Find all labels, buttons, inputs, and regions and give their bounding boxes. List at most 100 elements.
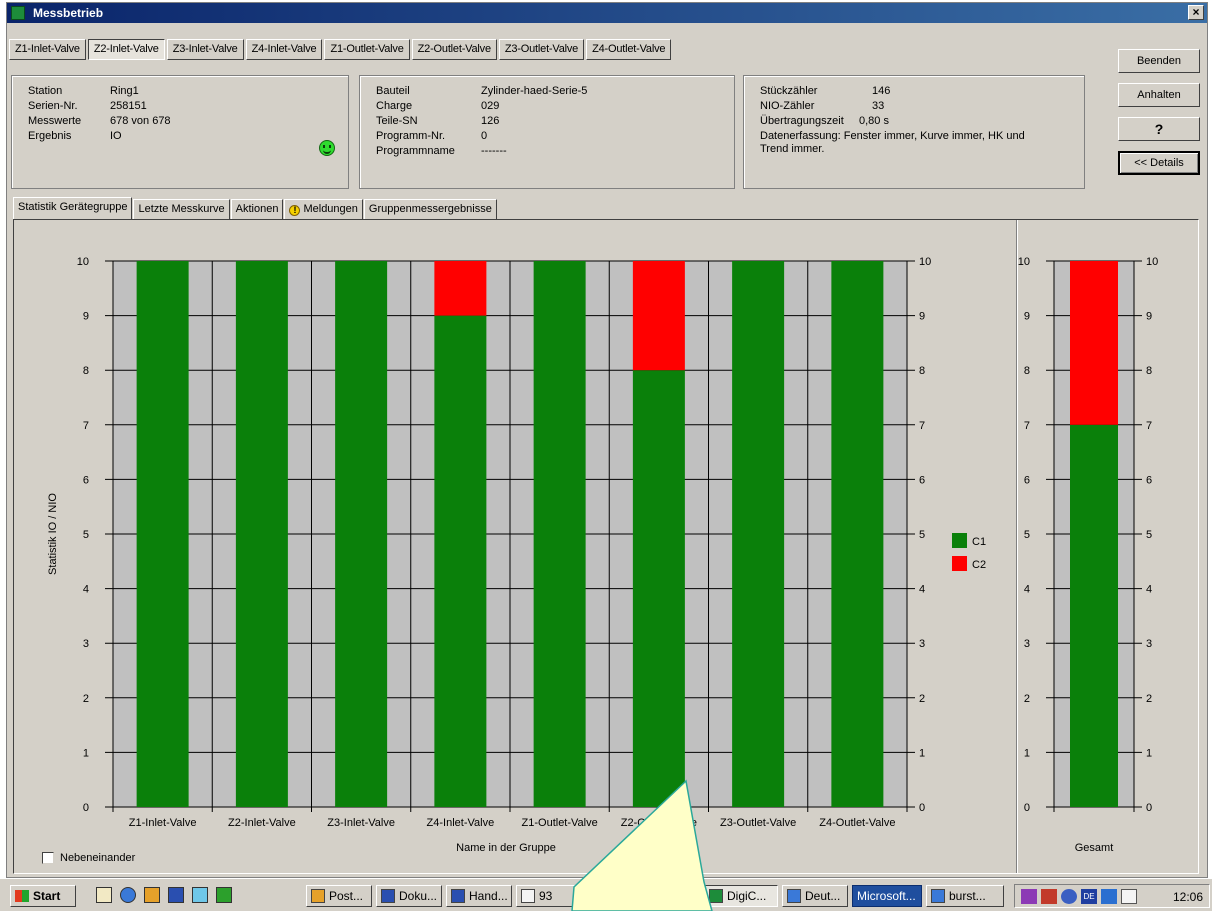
serial-label: Serien-Nr. <box>28 100 78 112</box>
close-button[interactable]: × <box>1188 5 1204 20</box>
start-button[interactable]: Start <box>10 885 76 907</box>
tab-aktionen[interactable]: Aktionen <box>230 199 284 219</box>
nebeneinander-checkbox[interactable] <box>42 852 54 864</box>
group-chart-bar-c1 <box>136 261 189 807</box>
program-name-label: Programmname <box>376 145 455 157</box>
tray-network-icon[interactable] <box>1061 889 1077 904</box>
task-digic-label: DigiC... <box>727 889 767 903</box>
app-icon <box>11 6 25 20</box>
tab-z3-outlet-valve[interactable]: Z3-Outlet-Valve <box>498 39 585 60</box>
word-icon[interactable] <box>168 887 184 903</box>
tray-sync-icon[interactable] <box>1041 889 1057 904</box>
sn-label: Teile-SN <box>376 115 418 127</box>
group-chart-y-tick-label: 10 <box>77 256 89 268</box>
tab-z4-outlet-valve[interactable]: Z4-Outlet-Valve <box>586 39 672 60</box>
tab-statistik-geraetegruppe[interactable]: Statistik Gerätegruppe <box>13 197 133 219</box>
outlook-icon[interactable] <box>144 887 160 903</box>
total-chart-y-tick-label: 10 <box>1018 256 1030 268</box>
tab-letzte-messkurve[interactable]: Letzte Messkurve <box>133 199 230 219</box>
group-chart-x-tick-label: Z1-Inlet-Valve <box>129 817 197 829</box>
total-chart-y-tick-label: 3 <box>1024 638 1030 650</box>
group-chart-y-tick-label: 5 <box>83 529 89 541</box>
total-chart-y-tick-label-right: 1 <box>1146 747 1152 759</box>
task-burst-label: burst... <box>949 889 986 903</box>
total-chart-y-tick-label: 2 <box>1024 693 1030 705</box>
tab-meldungen[interactable]: ! Meldungen <box>284 199 363 219</box>
capture-text-line2: Trend immer. <box>760 143 825 155</box>
group-chart-bar-c1 <box>235 261 288 807</box>
total-chart-y-tick-label: 8 <box>1024 365 1030 377</box>
result-label: Ergebnis <box>28 130 72 142</box>
envelope-icon <box>521 889 535 903</box>
total-chart-y-tick-label-right: 3 <box>1146 638 1152 650</box>
group-chart-x-tick-label: Z1-Outlet-Valve <box>522 817 598 829</box>
x-axis-title: Name in der Gruppe <box>456 842 556 854</box>
group-chart-bar-c1 <box>335 261 388 807</box>
nio-value: 33 <box>872 100 885 112</box>
y-axis-title: Statistik IO / NIO <box>47 493 59 575</box>
group-chart-bar-c1 <box>732 261 785 807</box>
network-icon[interactable] <box>192 887 208 903</box>
group-chart-y-tick-label-right: 4 <box>919 584 925 596</box>
language-de-icon[interactable]: DE <box>1081 889 1097 904</box>
internet-explorer-icon[interactable] <box>120 887 136 903</box>
task-microsoft[interactable]: Microsoft... <box>852 885 922 907</box>
part-value: Zylinder-haed-Serie-5 <box>481 85 588 97</box>
group-chart-x-tick-label: Z3-Inlet-Valve <box>327 817 395 829</box>
task-digic[interactable]: DigiC... <box>704 885 778 907</box>
clock: 12:06 <box>1172 890 1203 904</box>
beenden-button[interactable]: Beenden <box>1118 49 1200 73</box>
values-value: 678 von 678 <box>110 115 171 127</box>
task-doku-label: Doku... <box>399 889 438 903</box>
task-post-label: Post... <box>329 889 364 903</box>
task-hand[interactable]: Hand... <box>446 885 512 907</box>
group-chart-x-tick-label: Z3-Outlet-Valve <box>720 817 796 829</box>
details-button[interactable]: << Details <box>1118 151 1200 175</box>
tray-app-icon[interactable] <box>1021 889 1037 904</box>
task-doku[interactable]: Doku... <box>376 885 442 907</box>
task-mail[interactable]: 93 <box>516 885 576 907</box>
taskbar: Start Post... Doku... Hand... 93 DigiC..… <box>0 878 1212 911</box>
app-launch-icon[interactable] <box>216 887 232 903</box>
tab-z2-inlet-valve[interactable]: Z2-Inlet-Valve <box>87 39 165 60</box>
statistics-chart: 0 01 12 23 34 45 56 67 78 89 910 10Z1-Inlet-Valve Z2… <box>47 256 1158 854</box>
title-bar[interactable]: Messbetrieb × <box>7 3 1207 23</box>
internet-explorer-icon <box>931 889 945 903</box>
group-chart-x-tick-label: Z2-Outlet-Valve <box>621 817 697 829</box>
batch-value: 029 <box>481 100 500 112</box>
window-title: Messbetrieb <box>33 6 104 20</box>
group-chart-y-tick-label: 3 <box>83 638 89 650</box>
tab-z3-inlet-valve[interactable]: Z3-Inlet-Valve <box>166 39 244 60</box>
station-label: Station <box>28 85 63 97</box>
legend-swatch-c1 <box>952 533 967 548</box>
group-chart-y-tick-label: 6 <box>83 474 89 486</box>
task-deut[interactable]: Deut... <box>782 885 848 907</box>
group-chart-bar-c1 <box>632 370 685 807</box>
group-chart-y-tick-label: 9 <box>83 311 89 323</box>
tab-z1-outlet-valve[interactable]: Z1-Outlet-Valve <box>324 39 410 60</box>
station-info-panel: Station Ring1 Serien-Nr. 258151 Messwert… <box>11 75 349 189</box>
tray-mail-icon[interactable] <box>1121 889 1137 904</box>
group-chart-y-tick-label: 1 <box>83 747 89 759</box>
total-chart-y-tick-label: 0 <box>1024 802 1030 814</box>
total-chart-y-tick-label: 7 <box>1024 420 1030 432</box>
total-chart-y-tick-label: 5 <box>1024 529 1030 541</box>
nebeneinander-label: Nebeneinander <box>60 852 136 864</box>
task-hand-label: Hand... <box>469 889 508 903</box>
tray-monitor-icon[interactable] <box>1101 889 1117 904</box>
task-post[interactable]: Post... <box>306 885 372 907</box>
tab-gruppenmessergebnisse[interactable]: Gruppenmessergebnisse <box>363 199 497 219</box>
task-mail-label: 93 <box>539 889 553 903</box>
tab-z4-inlet-valve[interactable]: Z4-Inlet-Valve <box>245 39 323 60</box>
show-desktop-icon[interactable] <box>96 887 112 903</box>
task-burst[interactable]: burst... <box>926 885 1004 907</box>
windows-logo-icon <box>15 890 29 902</box>
capture-text-line1: Datenerfassung: Fenster immer, Kurve imm… <box>760 130 1025 142</box>
messbetrieb-app-icon <box>709 889 723 903</box>
tab-z2-outlet-valve[interactable]: Z2-Outlet-Valve <box>411 39 497 60</box>
anhalten-button[interactable]: Anhalten <box>1118 83 1200 107</box>
tab-z1-inlet-valve[interactable]: Z1-Inlet-Valve <box>9 39 86 60</box>
task-deut-label: Deut... <box>805 889 841 903</box>
help-button[interactable]: ? <box>1118 117 1200 141</box>
group-chart-y-tick-label: 0 <box>83 802 89 814</box>
